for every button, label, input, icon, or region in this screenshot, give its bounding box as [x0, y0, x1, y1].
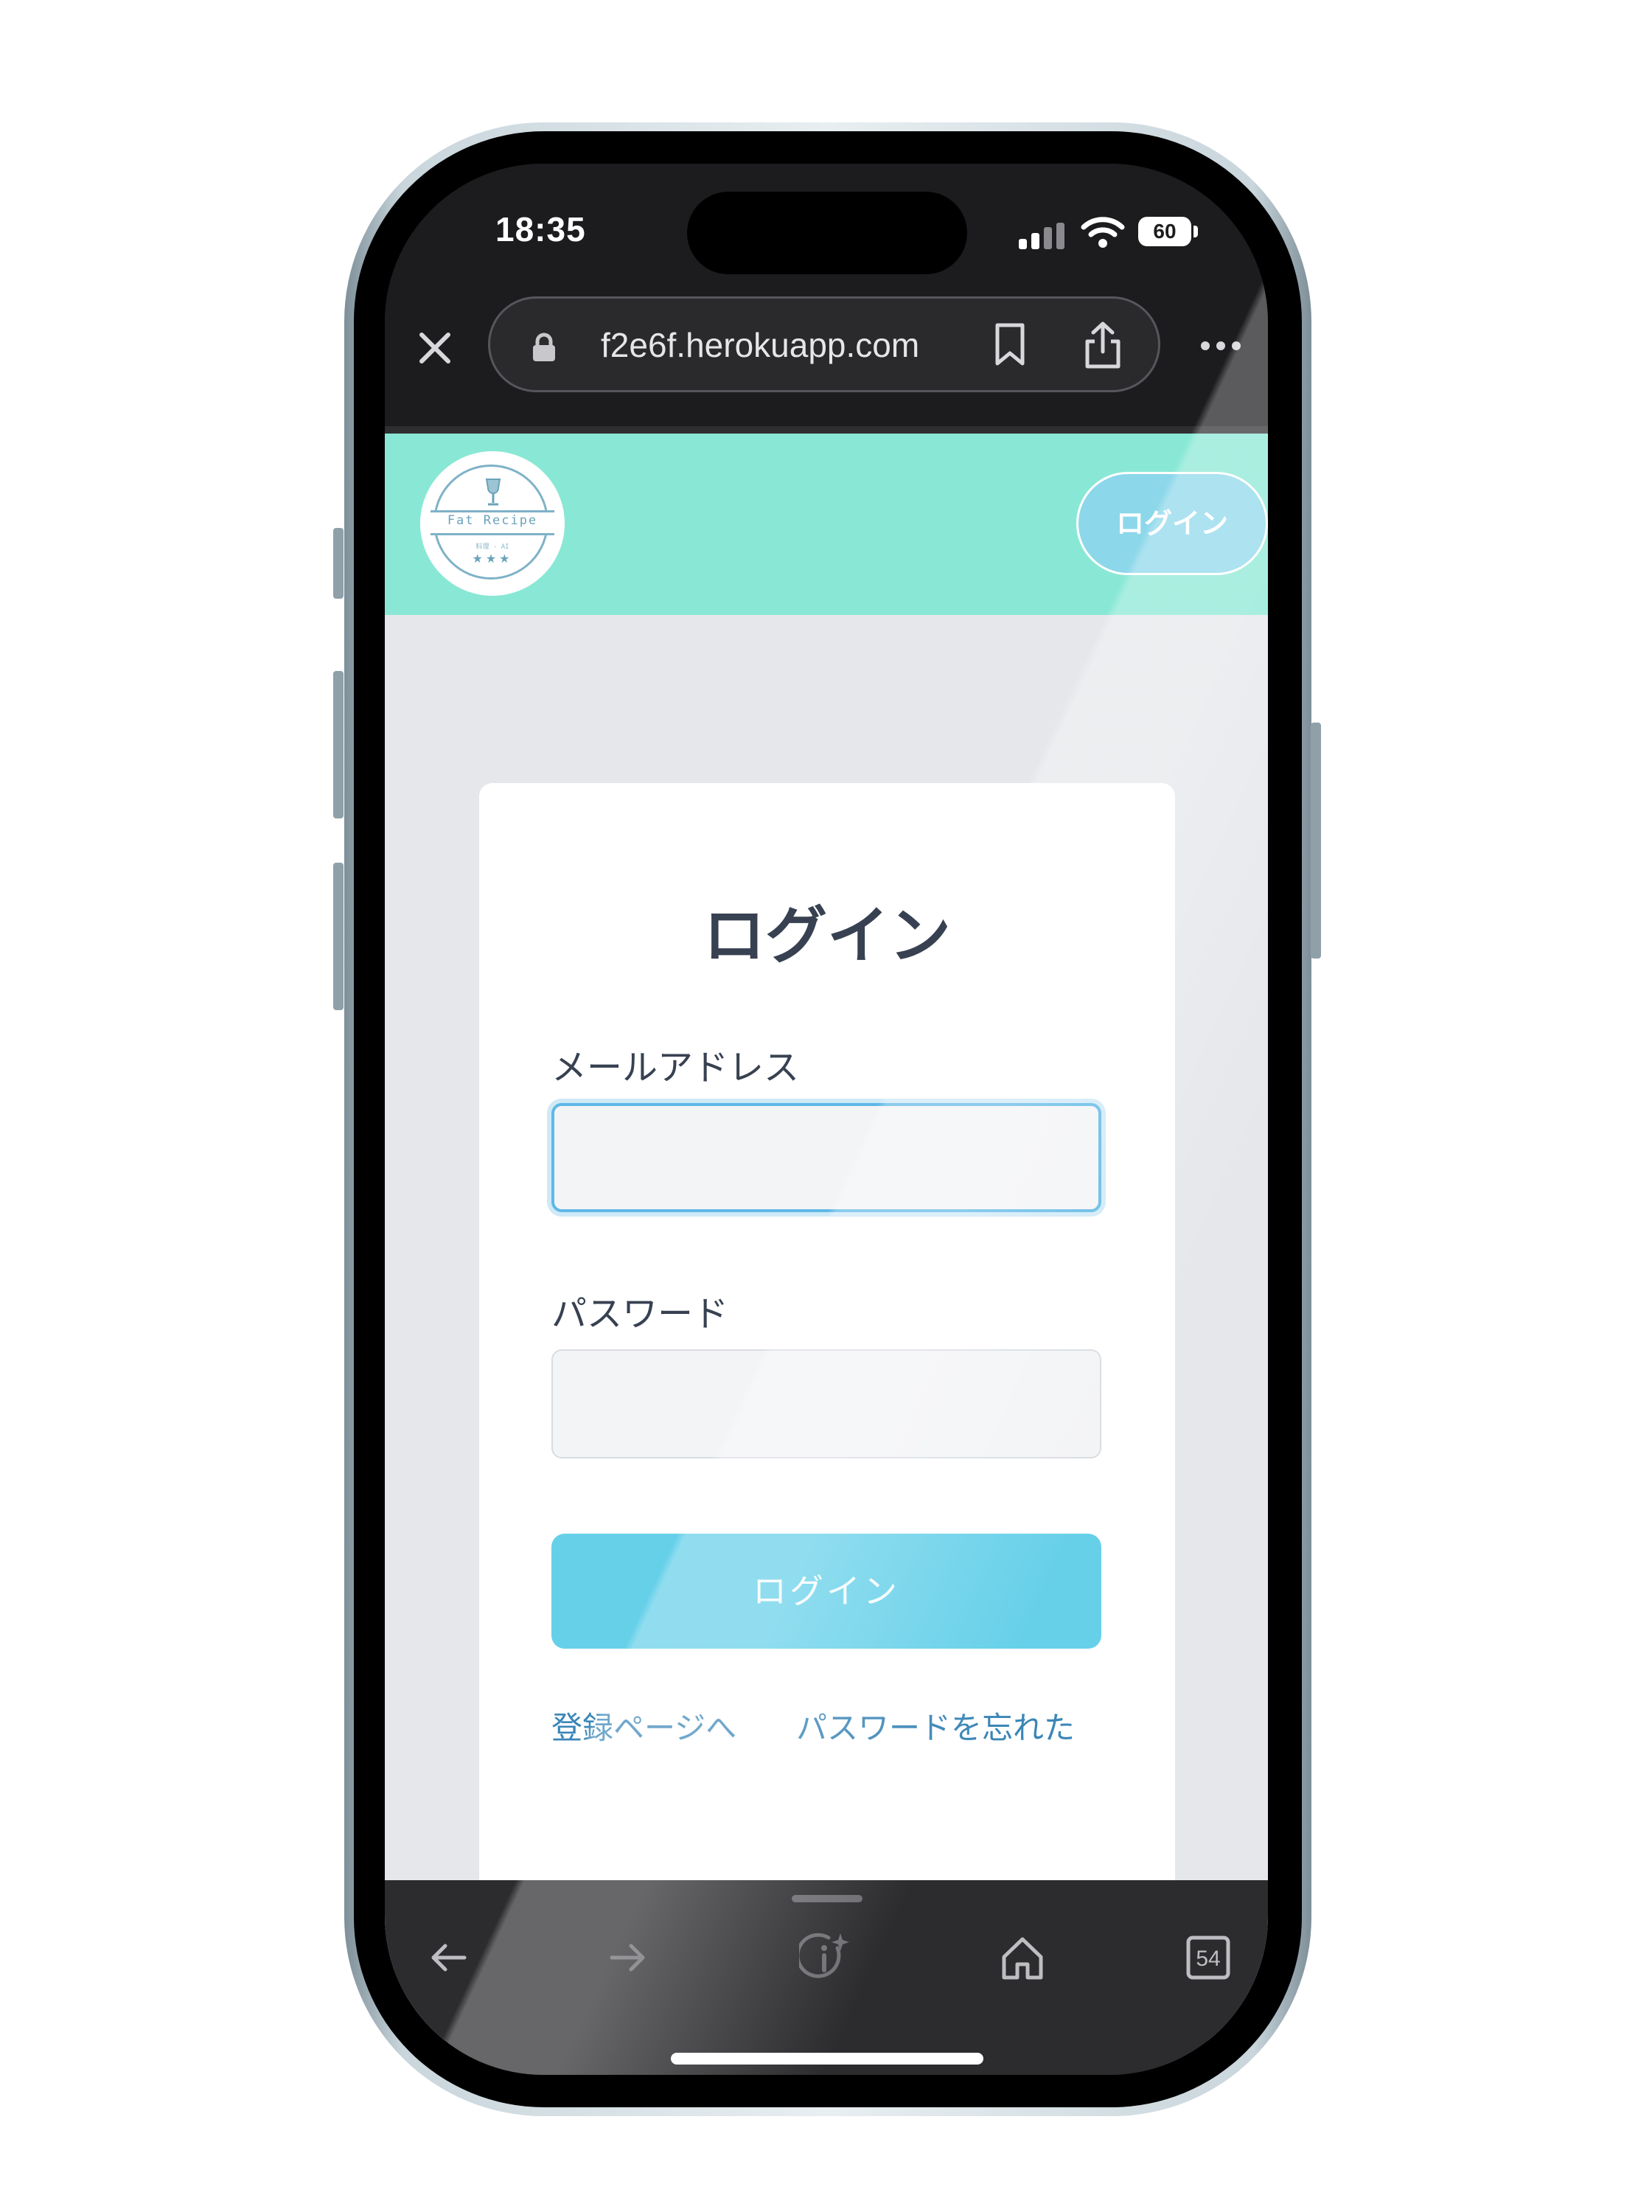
wifi-icon — [1081, 215, 1125, 249]
logo-subtext: 料理 - AI — [475, 543, 509, 551]
status-time: 18:35 — [495, 210, 586, 248]
home-icon[interactable] — [997, 1932, 1048, 1983]
tabs-icon[interactable]: 54 — [1182, 1932, 1234, 1983]
battery-tip — [1193, 226, 1198, 237]
site-header: Fat Recipe 料理 - AI ★★★ ログイン — [385, 434, 1268, 615]
sheet-grabber[interactable] — [792, 1895, 862, 1902]
more-icon[interactable] — [1200, 341, 1241, 351]
email-field[interactable] — [551, 1103, 1101, 1212]
url-field[interactable]: f2e6f.herokuapp.com — [488, 296, 1160, 392]
close-icon[interactable] — [413, 326, 457, 370]
password-field[interactable] — [551, 1349, 1101, 1458]
login-card: ログイン メールアドレス パスワード ログイン 登録ページへ パスワードを忘れた — [479, 783, 1175, 2041]
action-button — [333, 528, 344, 599]
site-logo[interactable]: Fat Recipe 料理 - AI ★★★ — [420, 451, 565, 596]
url-text: f2e6f.herokuapp.com — [601, 326, 920, 364]
register-link[interactable]: 登録ページへ — [551, 1703, 736, 1748]
dynamic-island — [687, 192, 967, 274]
login-submit-button[interactable]: ログイン — [551, 1534, 1101, 1649]
header-login-button[interactable]: ログイン — [1076, 472, 1268, 575]
page-title: ログイン — [703, 900, 951, 972]
back-arrow-icon[interactable] — [423, 1932, 475, 1983]
volume-down-button — [333, 863, 344, 1010]
info-sparkle-icon[interactable] — [799, 1932, 851, 1983]
browser-toolbar: 54 — [385, 1880, 1268, 2075]
tabs-count: 54 — [1196, 1947, 1220, 1971]
battery-icon: 60 — [1138, 217, 1191, 246]
email-label: メールアドレス — [551, 1047, 800, 1088]
phone-screen: 18:35 60 f2e6f.herokuapp.com Fat Recipe … — [385, 164, 1268, 2075]
lock-icon — [532, 333, 557, 362]
logo-stars: ★★★ — [472, 552, 513, 566]
password-label: パスワード — [551, 1293, 729, 1335]
logo-text: Fat Recipe — [447, 513, 538, 528]
forgot-password-link[interactable]: パスワードを忘れた — [796, 1703, 1075, 1748]
signal-icon — [1019, 223, 1067, 249]
home-indicator[interactable] — [671, 2053, 983, 2065]
power-button — [1311, 723, 1321, 959]
wine-glass-icon — [484, 478, 503, 507]
volume-up-button — [333, 671, 344, 818]
forward-arrow-icon[interactable] — [602, 1932, 653, 1983]
web-page: Fat Recipe 料理 - AI ★★★ ログイン ログイン メールアドレス… — [385, 434, 1268, 2041]
share-icon[interactable] — [1081, 319, 1124, 371]
status-bar: 18:35 60 — [385, 164, 1268, 296]
bookmark-icon[interactable] — [991, 322, 1028, 368]
browser-address-bar: f2e6f.herokuapp.com — [385, 296, 1268, 426]
